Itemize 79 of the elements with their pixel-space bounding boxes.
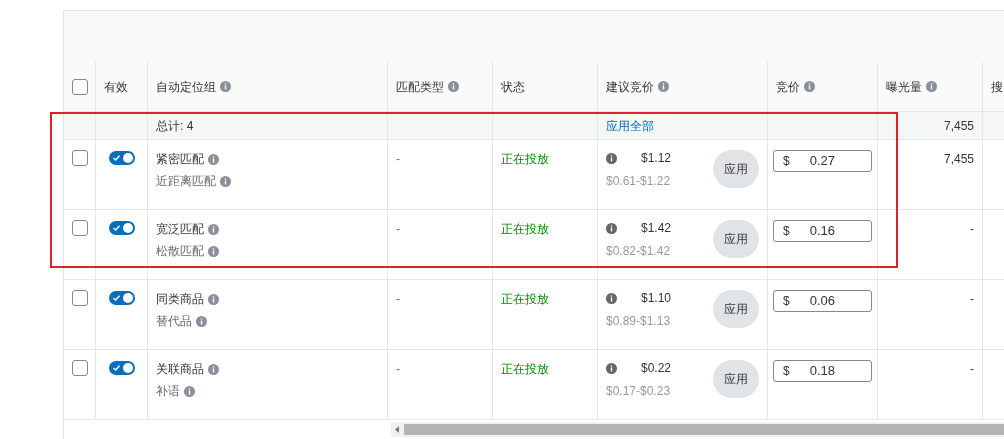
group-name: 宽泛匹配 — [156, 221, 204, 238]
match-type-value: - — [396, 362, 400, 376]
column-header: 曝光量 — [886, 78, 922, 96]
info-icon[interactable] — [208, 293, 219, 305]
info-icon[interactable] — [804, 81, 815, 92]
suggested-bid: $1.12 — [639, 150, 671, 167]
info-icon[interactable] — [606, 292, 617, 304]
column-header: 有效 — [104, 78, 128, 96]
impressions-value: 7,455 — [943, 152, 974, 166]
info-icon[interactable] — [208, 245, 219, 257]
checkbox[interactable] — [71, 150, 88, 166]
impressions-value: - — [970, 362, 974, 376]
total-count: 总计: 4 — [156, 117, 194, 135]
group-subname: 松散匹配 — [156, 243, 204, 260]
column-header: 搜 — [991, 78, 1003, 96]
toggle-switch[interactable] — [108, 291, 135, 305]
check-icon — [112, 295, 120, 301]
match-type-value: - — [396, 222, 400, 236]
info-icon[interactable] — [448, 81, 459, 92]
checkbox[interactable] — [71, 360, 88, 376]
apply-all-link[interactable]: 应用全部 — [606, 116, 654, 135]
group-name: 关联商品 — [156, 361, 204, 378]
status-text: 正在投放 — [501, 292, 549, 306]
info-icon[interactable] — [208, 153, 219, 165]
bid-range: $0.17-$0.23 — [606, 383, 671, 400]
group-name: 紧密匹配 — [156, 151, 204, 168]
check-icon — [112, 155, 120, 161]
column-header: 自动定位组 — [156, 78, 216, 96]
group-subname: 补语 — [156, 383, 180, 400]
impressions-value: - — [970, 292, 974, 306]
column-header: 竞价 — [776, 78, 800, 96]
apply-button[interactable]: 应用 — [713, 290, 759, 328]
match-type-value: - — [396, 152, 400, 166]
toggle-switch[interactable] — [108, 221, 135, 235]
bid-input[interactable]: $ 0.06 — [773, 290, 872, 312]
toggle-switch[interactable] — [108, 361, 135, 375]
info-icon[interactable] — [208, 223, 219, 235]
status-text: 正在投放 — [501, 152, 549, 166]
suggested-bid: $0.22 — [639, 360, 671, 377]
group-subname: 近距离匹配 — [156, 173, 216, 190]
info-icon[interactable] — [606, 152, 617, 164]
info-icon[interactable] — [196, 315, 207, 327]
impressions-value: 7,455 — [943, 117, 974, 135]
info-icon[interactable] — [606, 222, 617, 234]
check-icon — [112, 365, 120, 371]
info-icon[interactable] — [220, 175, 231, 187]
toggle-switch[interactable] — [108, 151, 135, 165]
bid-input[interactable]: $ 0.16 — [773, 220, 872, 242]
info-icon[interactable] — [926, 81, 937, 92]
apply-button[interactable]: 应用 — [713, 360, 759, 398]
bid-input[interactable]: $ 0.27 — [773, 150, 872, 172]
info-icon[interactable] — [208, 363, 219, 375]
column-header: 状态 — [501, 78, 525, 96]
suggested-bid: $1.42 — [639, 220, 671, 237]
info-icon[interactable] — [658, 81, 669, 92]
checkbox[interactable] — [71, 78, 88, 95]
bid-range: $0.82-$1.42 — [606, 243, 671, 260]
check-icon — [112, 225, 120, 231]
bid-range: $0.89-$1.13 — [606, 313, 671, 330]
checkbox[interactable] — [71, 290, 88, 306]
bid-range: $0.61-$1.22 — [606, 173, 671, 190]
checkbox[interactable] — [71, 220, 88, 236]
scroll-left-icon[interactable] — [395, 426, 400, 433]
status-text: 正在投放 — [501, 222, 549, 236]
apply-button[interactable]: 应用 — [713, 220, 759, 258]
impressions-value: - — [970, 222, 974, 236]
suggested-bid: $1.10 — [639, 290, 671, 307]
match-type-value: - — [396, 292, 400, 306]
info-icon[interactable] — [220, 81, 231, 92]
column-header: 匹配类型 — [396, 78, 444, 96]
bid-input[interactable]: $ 0.18 — [773, 360, 872, 382]
column-header: 建议竞价 — [606, 78, 654, 96]
info-icon[interactable] — [606, 362, 617, 374]
info-icon[interactable] — [184, 385, 195, 397]
group-subname: 替代品 — [156, 313, 192, 330]
group-name: 同类商品 — [156, 291, 204, 308]
status-text: 正在投放 — [501, 362, 549, 376]
apply-button[interactable]: 应用 — [713, 150, 759, 188]
horizontal-scrollbar[interactable] — [391, 422, 1004, 437]
